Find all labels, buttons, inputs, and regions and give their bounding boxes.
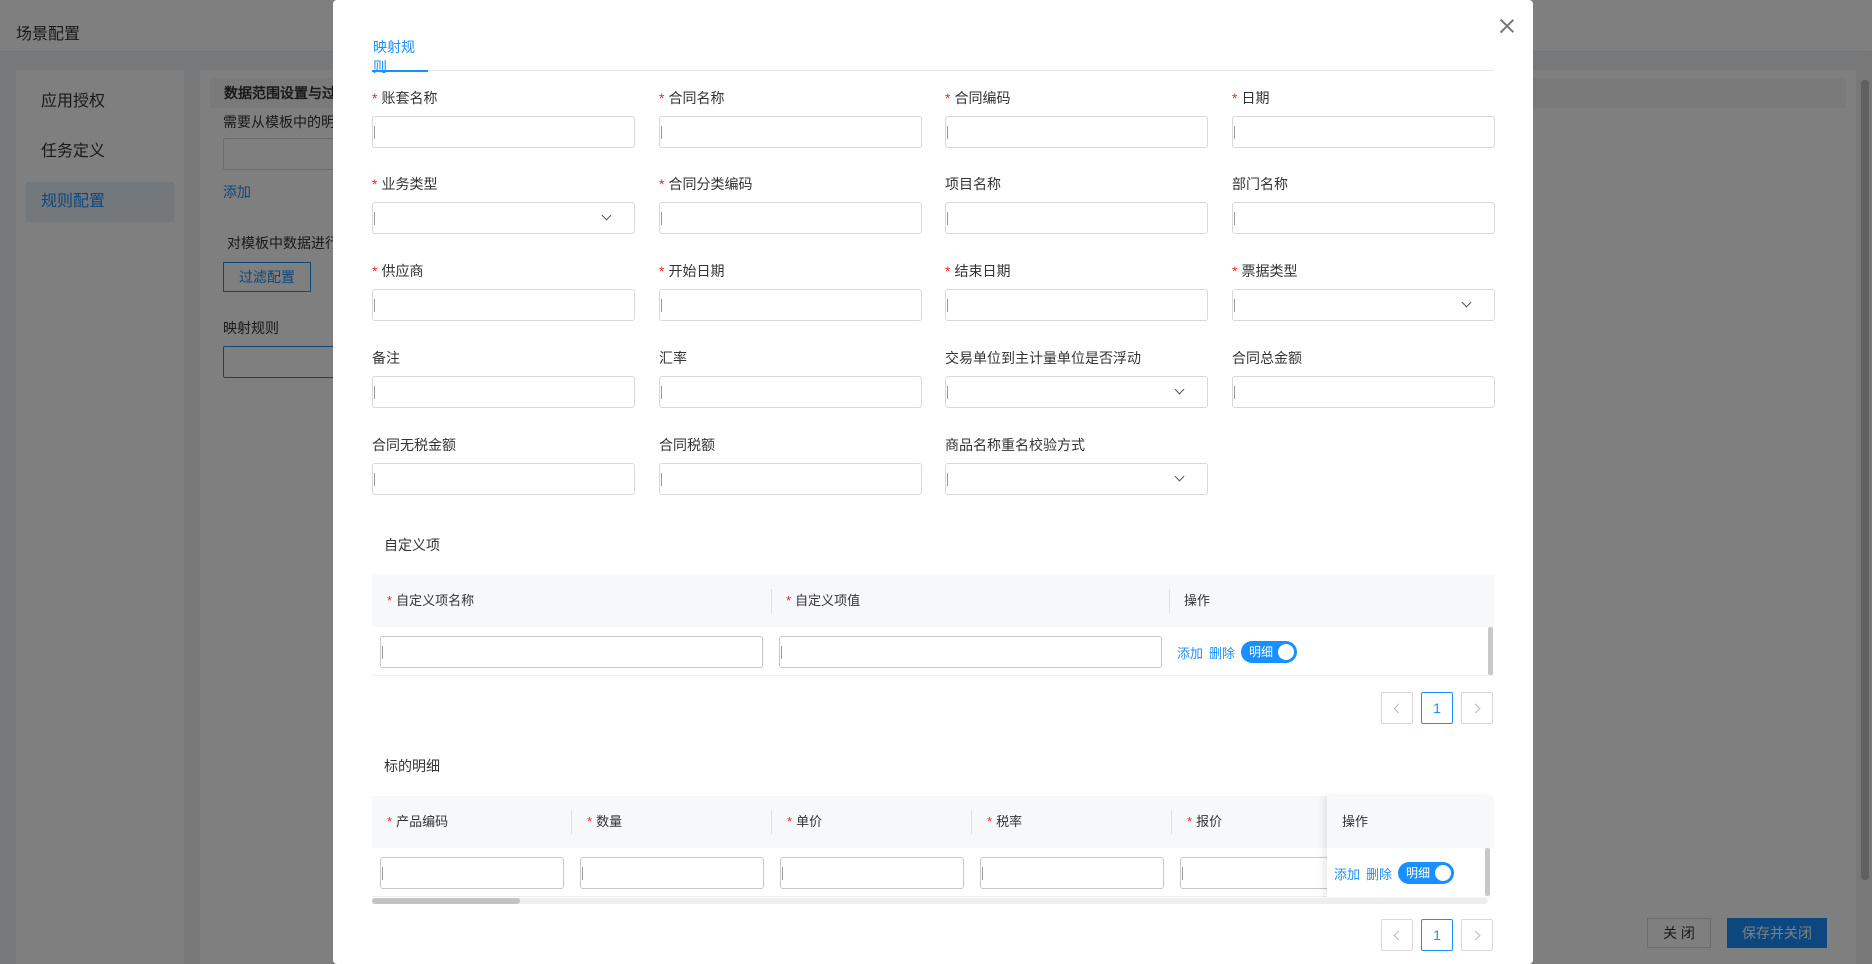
chevron-left-icon [1393, 703, 1404, 714]
field-label-end-date: * 结束日期 [945, 263, 1011, 279]
field-label-ledger-name: * 账套名称 [372, 90, 438, 106]
page-number-button[interactable]: 1 [1421, 692, 1453, 724]
detail-toggle[interactable]: 明细 [1398, 862, 1454, 884]
custom-value-input[interactable] [779, 636, 1162, 668]
field-label-contract-name: * 合同名称 [659, 90, 725, 106]
field-label-date: * 日期 [1232, 90, 1270, 106]
mapping-rule-dialog: 映射规则 * 账套名称 * 合同名称 * 合同编码 * 日期 * 业务类型 * 合同分类编码… [333, 0, 1533, 964]
column-header-unit-price: * 单价 [787, 814, 823, 829]
table-scrollbar[interactable] [1488, 627, 1493, 675]
business-type-select[interactable] [372, 202, 635, 234]
quantity-input[interactable] [580, 857, 764, 889]
field-label-contract-tax: 合同税额 [659, 437, 715, 453]
delete-row-link[interactable]: 删除 [1209, 643, 1235, 662]
field-label-invoice-type: * 票据类型 [1232, 263, 1298, 279]
chevron-down-icon [1461, 297, 1472, 308]
page-number-button[interactable]: 1 [1421, 919, 1453, 951]
contract-untaxed-input[interactable] [372, 463, 635, 495]
field-label-start-date: * 开始日期 [659, 263, 725, 279]
end-date-input[interactable] [945, 289, 1208, 321]
toggle-knob [1278, 644, 1294, 660]
next-page-button[interactable] [1461, 692, 1493, 724]
ledger-name-input[interactable] [372, 116, 635, 148]
invoice-type-select[interactable] [1232, 289, 1495, 321]
name-check-select[interactable] [945, 463, 1208, 495]
field-label-contract-code: * 合同编码 [945, 90, 1011, 106]
field-label-remark: 备注 [372, 350, 400, 366]
prev-page-button[interactable] [1381, 919, 1413, 951]
subject-detail-title: 标的明细 [384, 758, 440, 774]
chevron-down-icon [601, 210, 612, 221]
next-page-button[interactable] [1461, 919, 1493, 951]
delete-row-link[interactable]: 删除 [1366, 864, 1392, 883]
subject-detail-table-header: * 产品编码 * 数量 * 单价 * 税率 * 报价 [372, 796, 1494, 848]
remark-input[interactable] [372, 376, 635, 408]
field-label-name-check: 商品名称重名校验方式 [945, 437, 1085, 453]
column-divider [1171, 810, 1172, 834]
column-header-quote: * 报价 [1187, 814, 1223, 829]
horizontal-scroll-thumb[interactable] [372, 898, 520, 904]
chevron-right-icon [1470, 703, 1481, 714]
exchange-rate-input[interactable] [659, 376, 922, 408]
column-header-actions: 操作 [1184, 593, 1211, 608]
field-label-contract-untaxed: 合同无税金额 [372, 437, 456, 453]
project-name-input[interactable] [945, 202, 1208, 234]
field-label-exchange-rate: 汇率 [659, 350, 687, 366]
table-scrollbar[interactable] [1485, 848, 1490, 896]
chevron-down-icon [1174, 384, 1185, 395]
unit-float-select[interactable] [945, 376, 1208, 408]
column-header-product-code: * 产品编码 [387, 814, 449, 829]
toggle-label: 明细 [1406, 866, 1431, 880]
start-date-input[interactable] [659, 289, 922, 321]
tax-rate-input[interactable] [980, 857, 1164, 889]
horizontal-scrollbar[interactable] [372, 898, 1488, 904]
tab-mapping-rule[interactable]: 映射规则 [372, 37, 428, 75]
field-label-supplier: * 供应商 [372, 263, 424, 279]
table-row: 添加 删除 明细 [372, 627, 1494, 676]
column-header-custom-name: * 自定义项名称 [387, 593, 475, 608]
add-row-link[interactable]: 添加 [1177, 643, 1203, 662]
unit-price-input[interactable] [780, 857, 964, 889]
field-label-project-name: 项目名称 [945, 176, 1001, 192]
add-row-link[interactable]: 添加 [1334, 864, 1360, 883]
field-label-contract-category-code: * 合同分类编码 [659, 176, 753, 192]
column-header-custom-value: * 自定义项值 [786, 593, 861, 608]
column-divider [971, 810, 972, 834]
field-label-business-type: * 业务类型 [372, 176, 438, 192]
table-row [372, 848, 1494, 897]
custom-name-input[interactable] [380, 636, 763, 668]
contract-total-input[interactable] [1232, 376, 1495, 408]
field-label-department-name: 部门名称 [1232, 176, 1288, 192]
close-icon[interactable] [1497, 16, 1517, 36]
column-divider [571, 810, 572, 834]
supplier-input[interactable] [372, 289, 635, 321]
contract-name-input[interactable] [659, 116, 922, 148]
contract-category-code-input[interactable] [659, 202, 922, 234]
field-label-contract-total: 合同总金额 [1232, 350, 1302, 366]
chevron-right-icon [1470, 930, 1481, 941]
contract-tax-input[interactable] [659, 463, 922, 495]
department-name-input[interactable] [1232, 202, 1495, 234]
column-divider [771, 589, 772, 613]
fixed-actions-column: 操作 添加 删除 明细 [1327, 796, 1494, 897]
toggle-knob [1435, 865, 1451, 881]
column-header-actions: 操作 [1342, 814, 1369, 829]
product-code-input[interactable] [380, 857, 564, 889]
date-input[interactable] [1232, 116, 1495, 148]
field-label-unit-float: 交易单位到主计量单位是否浮动 [945, 350, 1141, 366]
column-header-tax-rate: * 税率 [987, 814, 1023, 829]
column-divider [771, 810, 772, 834]
chevron-down-icon [1174, 471, 1185, 482]
chevron-left-icon [1393, 930, 1404, 941]
tab-bar: 映射规则 [372, 37, 1494, 75]
detail-toggle[interactable]: 明细 [1241, 641, 1297, 663]
toggle-label: 明细 [1249, 645, 1274, 659]
prev-page-button[interactable] [1381, 692, 1413, 724]
column-divider [1169, 589, 1170, 613]
custom-items-table-header: * 自定义项名称 * 自定义项值 操作 [372, 575, 1494, 627]
contract-code-input[interactable] [945, 116, 1208, 148]
column-header-quantity: * 数量 [587, 814, 623, 829]
custom-items-title: 自定义项 [384, 537, 440, 553]
